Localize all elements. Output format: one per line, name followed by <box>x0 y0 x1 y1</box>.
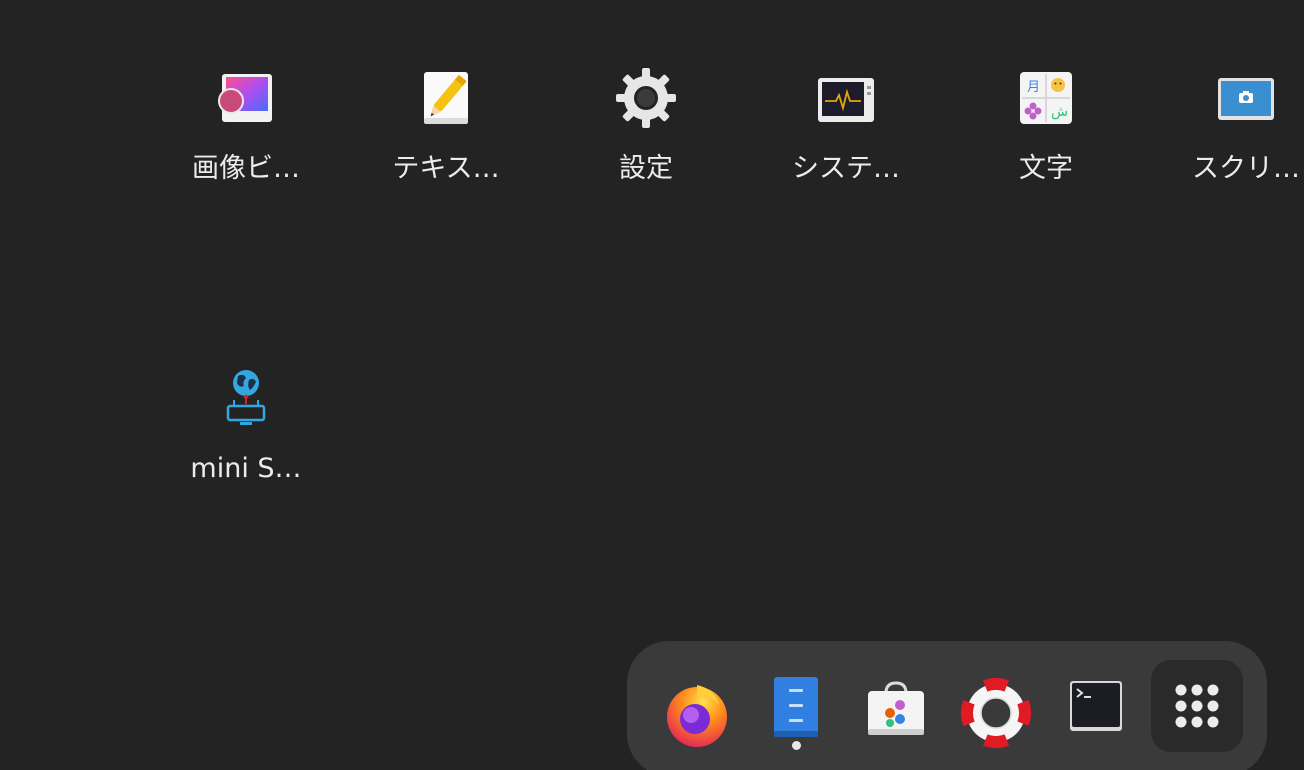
app-label: 設定 <box>619 153 673 184</box>
image-viewer-icon <box>216 68 276 128</box>
characters-icon: 月 ش <box>1016 68 1076 128</box>
show-apps-button[interactable] <box>1151 660 1243 752</box>
dock-item-firefox[interactable] <box>657 675 737 755</box>
terminal-icon <box>1056 675 1136 755</box>
app-tile-image-viewer[interactable]: 画像ビ… <box>146 6 346 184</box>
help-lifebuoy-icon <box>956 675 1036 755</box>
dock-item-files[interactable] <box>756 675 836 755</box>
app-tile-system-monitor[interactable]: システ… <box>746 6 946 184</box>
running-indicator <box>792 741 801 750</box>
app-label: 文字 <box>1019 153 1073 184</box>
app-overview-screen: 画像ビ… テキス… 設定 システ… 月 ش 文字 スクリ… mini S… <box>0 0 1304 770</box>
app-label: テキス… <box>392 153 500 184</box>
svg-text:月: 月 <box>1027 80 1040 95</box>
software-store-icon <box>856 675 936 755</box>
dock <box>627 641 1267 770</box>
system-monitor-icon <box>816 68 876 128</box>
svg-text:ش: ش <box>1051 104 1068 120</box>
text-editor-icon <box>416 68 476 128</box>
screenshot-icon <box>1216 68 1276 128</box>
app-tile-mini-s[interactable]: mini S… <box>146 306 346 484</box>
app-grid: 画像ビ… テキス… 設定 システ… 月 ش 文字 スクリ… mini S… <box>0 0 1304 600</box>
app-tile-settings[interactable]: 設定 <box>546 6 746 184</box>
app-label: 画像ビ… <box>192 153 300 184</box>
settings-gear-icon <box>616 68 676 128</box>
dock-item-software[interactable] <box>856 675 936 755</box>
dock-item-terminal[interactable] <box>1056 675 1136 755</box>
globe-network-icon <box>216 368 276 428</box>
app-tile-text-editor[interactable]: テキス… <box>346 6 546 184</box>
app-label: mini S… <box>190 453 302 484</box>
firefox-icon <box>657 675 737 755</box>
app-label: スクリ… <box>1192 153 1300 184</box>
show-apps-grid-icon <box>1151 660 1243 752</box>
app-tile-screenshot[interactable]: スクリ… <box>1146 6 1304 184</box>
app-tile-characters[interactable]: 月 ش 文字 <box>946 6 1146 184</box>
app-label: システ… <box>792 153 900 184</box>
dock-item-help[interactable] <box>956 675 1036 755</box>
